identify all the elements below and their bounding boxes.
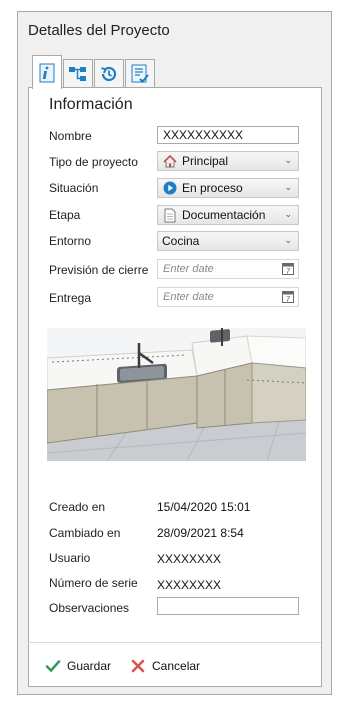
creado-label: Creado en bbox=[49, 500, 106, 514]
checklist-icon bbox=[131, 64, 149, 83]
house-icon bbox=[162, 153, 178, 169]
prevision-placeholder: Enter date bbox=[163, 263, 214, 275]
serie-value: XXXXXXXX bbox=[157, 578, 222, 592]
chevron-down-icon: ⌄ bbox=[284, 209, 292, 219]
cambiado-value: 28/09/2021 8:54 bbox=[157, 526, 244, 540]
check-icon bbox=[45, 660, 61, 673]
entrega-placeholder: Enter date bbox=[163, 291, 214, 303]
entorno-label: Entorno bbox=[49, 234, 92, 248]
tab-hierarchy[interactable] bbox=[63, 59, 93, 87]
entrega-label: Entrega bbox=[49, 291, 92, 305]
situacion-select[interactable]: En proceso ⌄ bbox=[157, 178, 299, 198]
close-icon bbox=[131, 659, 145, 673]
hierarchy-icon bbox=[69, 66, 86, 81]
entorno-value: Cocina bbox=[162, 234, 200, 248]
serie-label: Número de serie bbox=[49, 576, 138, 590]
tipo-value: Principal bbox=[182, 154, 229, 168]
tab-history[interactable] bbox=[94, 59, 124, 87]
tab-checklist[interactable] bbox=[125, 59, 155, 87]
project-preview-image bbox=[47, 328, 306, 461]
panel-title: Detalles del Proyecto bbox=[28, 22, 170, 39]
nombre-label: Nombre bbox=[49, 129, 92, 143]
nombre-field[interactable]: XXXXXXXXXX bbox=[157, 126, 299, 144]
etapa-value: Documentación bbox=[182, 208, 266, 222]
cambiado-label: Cambiado en bbox=[49, 526, 121, 540]
situacion-value: En proceso bbox=[182, 181, 243, 195]
entorno-select[interactable]: Cocina ⌄ bbox=[157, 231, 299, 251]
creado-value: 15/04/2020 15:01 bbox=[157, 500, 251, 514]
section-title: Información bbox=[49, 96, 133, 113]
tipo-label: Tipo de proyecto bbox=[49, 155, 138, 169]
observaciones-label: Observaciones bbox=[49, 601, 130, 615]
info-icon bbox=[39, 63, 55, 82]
etapa-select[interactable]: Documentación ⌄ bbox=[157, 205, 299, 225]
history-icon bbox=[101, 66, 117, 81]
chevron-down-icon: ⌄ bbox=[284, 182, 292, 192]
save-label: Guardar bbox=[67, 659, 112, 673]
save-button[interactable]: Guardar bbox=[45, 658, 111, 674]
usuario-label: Usuario bbox=[49, 551, 91, 565]
chevron-down-icon: ⌄ bbox=[284, 155, 292, 165]
cancel-label: Cancelar bbox=[152, 659, 201, 673]
prevision-label: Previsión de cierre bbox=[49, 263, 149, 277]
entrega-date-input[interactable]: Enter date 7 bbox=[157, 287, 299, 307]
document-icon bbox=[162, 207, 178, 223]
tipo-select[interactable]: Principal ⌄ bbox=[157, 151, 299, 171]
calendar-icon[interactable]: 7 bbox=[282, 262, 294, 275]
observaciones-field[interactable] bbox=[157, 597, 299, 615]
play-circle-icon bbox=[162, 180, 178, 196]
situacion-label: Situación bbox=[49, 181, 99, 195]
tab-info[interactable] bbox=[32, 55, 62, 89]
usuario-value: XXXXXXXX bbox=[157, 552, 222, 566]
project-details-panel: Detalles del Proyecto Información Nombre… bbox=[17, 11, 332, 695]
cancel-button[interactable]: Cancelar bbox=[130, 658, 200, 674]
chevron-down-icon: ⌄ bbox=[284, 235, 292, 245]
footer-divider bbox=[28, 642, 321, 643]
etapa-label: Etapa bbox=[49, 208, 81, 222]
prevision-date-input[interactable]: Enter date 7 bbox=[157, 259, 299, 279]
info-tab-content: Información Nombre XXXXXXXXXX Tipo de pr… bbox=[28, 87, 322, 687]
calendar-icon[interactable]: 7 bbox=[282, 290, 294, 303]
